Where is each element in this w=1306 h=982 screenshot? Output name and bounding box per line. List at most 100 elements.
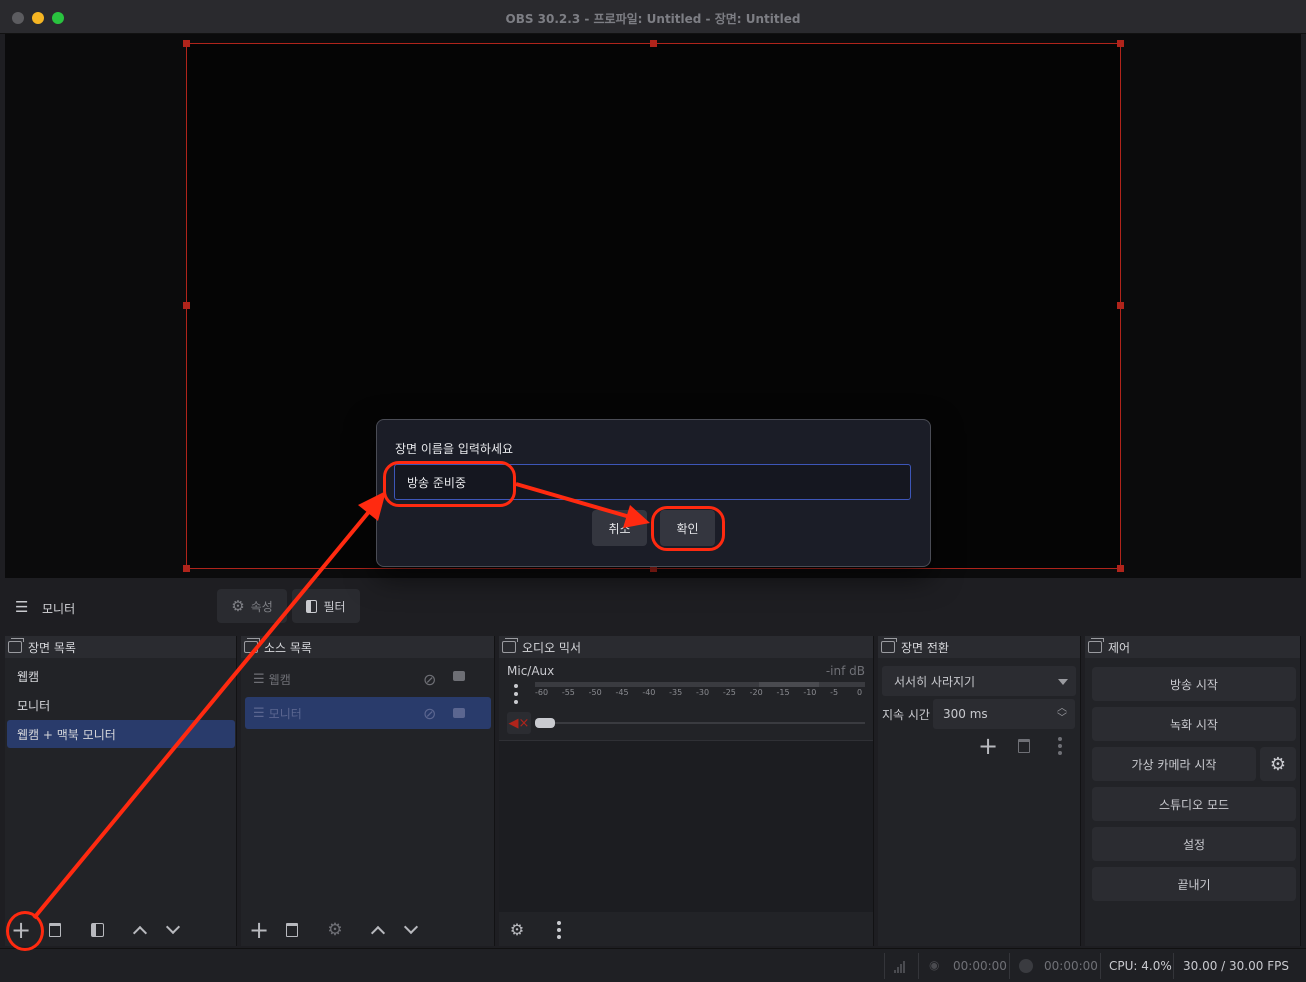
meter-tick-label: -15 [776,688,790,697]
audio-list-area [499,740,873,912]
resize-handle[interactable] [1117,40,1124,47]
dock-icon [502,638,518,653]
move-scene-up-button[interactable] [126,916,154,944]
controls-dock: 제어 방송 시작 녹화 시작 가상 카메라 시작 ⚙ 스튜디오 모드 설정 끝내… [1085,636,1301,946]
controls-header: 제어 [1085,636,1300,658]
exit-button[interactable]: 끝내기 [1092,867,1296,901]
current-source-label: 모니터 [42,602,76,616]
visibility-hidden-icon[interactable]: ⊘ [423,670,436,689]
meter-tick-label: -20 [749,688,763,697]
start-recording-button[interactable]: 녹화 시작 [1092,707,1296,741]
filters-button[interactable]: 필터 [292,589,360,623]
context-toolbar: ☰ 모니터 ⚙ 속성 필터 [5,584,1301,630]
resize-handle[interactable] [183,302,190,309]
meter-tick-label: 0 [857,688,863,697]
meter-tick-label: -30 [696,688,710,697]
transition-select[interactable]: 서서히 사라지기 [882,666,1076,696]
meter-tick-label: -5 [830,688,839,697]
move-scene-down-button[interactable] [159,916,187,944]
annotation-circle [383,461,516,507]
chevron-down-icon [1058,679,1068,685]
scene-item-selected[interactable]: 웹캠 + 맥북 모니터 [7,720,235,748]
audio-menu-button[interactable] [545,916,573,944]
remove-source-button[interactable] [278,916,306,944]
resize-handle[interactable] [183,40,190,47]
duration-spinbox[interactable]: 300 ms ︿ ﹀ [933,699,1075,729]
meter-tick-label: -40 [642,688,656,697]
start-streaming-button[interactable]: 방송 시작 [1092,667,1296,701]
resize-handle[interactable] [183,565,190,572]
audio-mixer-title: 오디오 믹서 [522,640,582,655]
meter-tick-label: -55 [561,688,575,697]
add-source-button[interactable]: + [245,916,273,944]
meter-tick-label: -35 [669,688,683,697]
studio-mode-button[interactable]: 스튜디오 모드 [1092,787,1296,821]
audio-mixer-header: 오디오 믹서 [499,636,873,658]
scene-item-label: 웹캠 [17,669,40,684]
start-virtual-camera-button[interactable]: 가상 카메라 시작 [1092,747,1256,781]
resize-handle[interactable] [1117,565,1124,572]
properties-button[interactable]: ⚙ 속성 [217,589,287,623]
meter-tick-label: -50 [588,688,602,697]
virtual-camera-settings-button[interactable]: ⚙ [1260,747,1296,781]
window-title: OBS 30.2.3 - 프로파일: Untitled - 장면: Untitl… [505,12,801,26]
scene-item-label: 모니터 [17,698,51,713]
list-icon: ☰ [253,671,265,687]
gear-icon: ⚙ [1269,753,1287,775]
visibility-hidden-icon[interactable]: ⊘ [423,704,436,723]
gear-icon: ⚙ [327,920,343,940]
scene-item[interactable]: 웹캠 [7,662,235,690]
scenes-dock: 장면 목록 웹캠 모니터 웹캠 + 맥북 모니터 + [5,636,237,946]
lock-icon[interactable] [453,671,465,681]
sources-dock-header: 소스 목록 [241,636,494,658]
trash-icon [49,923,61,937]
record-status-icon [1019,959,1033,973]
resize-handle[interactable] [650,40,657,47]
source-item-selected[interactable]: ☰ 모니터 ⊘ [245,697,491,729]
scene-item[interactable]: 모니터 [7,691,235,719]
cancel-button[interactable]: 취소 [592,510,647,546]
advanced-audio-button[interactable]: ⚙ [503,916,531,944]
duration-value: 300 ms [943,707,988,721]
dock-icon [244,638,260,653]
volume-meter [535,682,865,687]
transition-menu-button[interactable] [1046,732,1074,760]
trash-icon [286,923,298,937]
resize-handle[interactable] [1117,302,1124,309]
fps-readout: 30.00 / 30.00 FPS [1183,959,1289,973]
scene-filters-button[interactable] [83,916,111,944]
remove-scene-button[interactable] [41,916,69,944]
settings-button[interactable]: 설정 [1092,827,1296,861]
source-item[interactable]: ☰ 웹캠 ⊘ [245,663,491,695]
transitions-header: 장면 전환 [878,636,1080,658]
scenes-title: 장면 목록 [28,640,76,655]
duration-label: 지속 시간 [882,708,930,722]
source-properties-button[interactable]: ⚙ [321,916,349,944]
chevron-up-icon [132,925,148,941]
scene-item-label: 웹캠 + 맥북 모니터 [17,727,116,742]
lock-icon[interactable] [453,708,465,718]
meter-scale: -60 -55 -50 -45 -40 -35 -30 -25 -20 -15 -10 -5 0 [535,688,865,702]
list-icon: ☰ [15,598,29,616]
transitions-dock: 장면 전환 서서히 사라지기 지속 시간 300 ms ︿ ﹀ + [878,636,1081,946]
annotation-circle [651,506,725,551]
controls-title: 제어 [1108,640,1131,655]
audio-level: -inf dB [825,664,865,678]
sources-title: 소스 목록 [264,640,312,655]
annotation-circle [6,911,44,951]
mute-icon[interactable]: ◀× [507,712,531,734]
gears-icon: ⚙ [509,920,525,939]
filter-icon [90,923,104,937]
move-source-down-button[interactable] [397,916,425,944]
stream-time: 00:00:00 [953,959,1007,973]
dialog-prompt: 장면 이름을 입력하세요 [395,442,514,456]
stepper-icon[interactable]: ︿ ﹀ [1057,704,1067,724]
status-bar: ◉ 00:00:00 00:00:00 CPU: 4.0% 30.00 / 30… [0,948,1306,982]
more-options-icon[interactable] [513,684,519,704]
volume-slider-handle[interactable] [535,718,555,728]
meter-tick-label: -25 [722,688,736,697]
add-transition-button[interactable]: + [974,732,1002,760]
volume-slider[interactable] [535,718,865,728]
remove-transition-button[interactable] [1010,732,1038,760]
move-source-up-button[interactable] [364,916,392,944]
